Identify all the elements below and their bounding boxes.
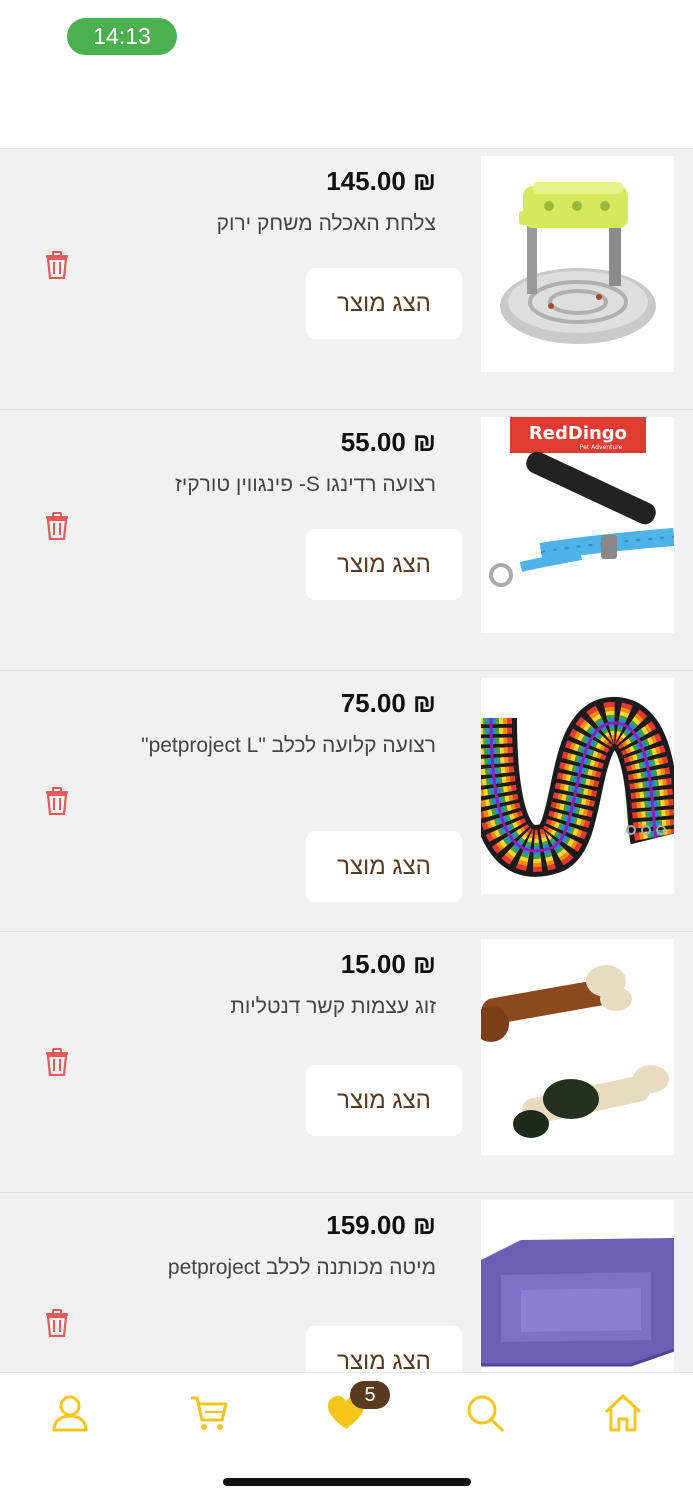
- product-name: מיטה מכותנה לכלב petproject: [167, 1256, 436, 1279]
- list-item: ₪ 75.00 רצועה קלועה לכלב "petproject L" …: [0, 670, 693, 931]
- product-name: צלחת האכלה משחק ירוק: [216, 212, 436, 235]
- home-icon[interactable]: [603, 1393, 643, 1433]
- view-product-button[interactable]: הצג מוצר: [306, 529, 462, 600]
- favorites-list[interactable]: ₪ 145.00 צלחת האכלה משחק ירוק הצג מוצר R…: [0, 148, 693, 1372]
- product-price: ₪ 75.00: [340, 688, 436, 718]
- view-product-button[interactable]: הצג מוצר: [306, 1065, 462, 1136]
- view-product-button[interactable]: הצג מוצר: [306, 1326, 462, 1372]
- trash-icon[interactable]: [45, 512, 69, 540]
- status-time: 14:13: [67, 18, 177, 55]
- product-name: זוג עצמות קשר דנטליות: [230, 995, 436, 1018]
- trash-icon[interactable]: [45, 251, 69, 279]
- profile-icon[interactable]: [50, 1393, 90, 1433]
- product-name: רצועה רדינגו S- פינגווין טורקיז: [175, 473, 436, 496]
- product-price: ₪ 159.00: [326, 1210, 436, 1240]
- list-item: ₪ 159.00 מיטה מכותנה לכלב petproject הצג…: [0, 1192, 693, 1372]
- list-item: RedDingo Pet Adventure ₪ 55.00 רצועה רדי…: [0, 409, 693, 670]
- product-image[interactable]: [481, 156, 674, 372]
- product-image[interactable]: [481, 1200, 674, 1372]
- product-image[interactable]: RedDingo Pet Adventure: [481, 417, 674, 633]
- view-product-button[interactable]: הצג מוצר: [306, 831, 462, 902]
- cart-icon[interactable]: [189, 1393, 229, 1433]
- product-name: רצועה קלועה לכלב "petproject L": [141, 734, 436, 757]
- product-image[interactable]: [481, 678, 674, 894]
- product-image[interactable]: [481, 939, 674, 1155]
- product-price: ₪ 55.00: [340, 427, 436, 457]
- product-price: ₪ 15.00: [340, 949, 436, 979]
- list-item: ₪ 145.00 צלחת האכלה משחק ירוק הצג מוצר: [0, 148, 693, 409]
- view-product-button[interactable]: הצג מוצר: [306, 268, 462, 339]
- status-bar: 14:13: [0, 0, 693, 148]
- trash-icon[interactable]: [45, 787, 69, 815]
- list-item: ₪ 15.00 זוג עצמות קשר דנטליות הצג מוצר: [0, 931, 693, 1192]
- brand-logo-subtext: Pet Adventure: [580, 444, 623, 451]
- product-price: ₪ 145.00: [326, 166, 436, 196]
- search-icon[interactable]: [465, 1393, 505, 1433]
- home-indicator[interactable]: [223, 1478, 471, 1486]
- trash-icon[interactable]: [45, 1309, 69, 1337]
- favorites-count-badge: 5: [350, 1381, 390, 1409]
- trash-icon[interactable]: [45, 1048, 69, 1076]
- brand-logo-text: RedDingo: [529, 423, 627, 444]
